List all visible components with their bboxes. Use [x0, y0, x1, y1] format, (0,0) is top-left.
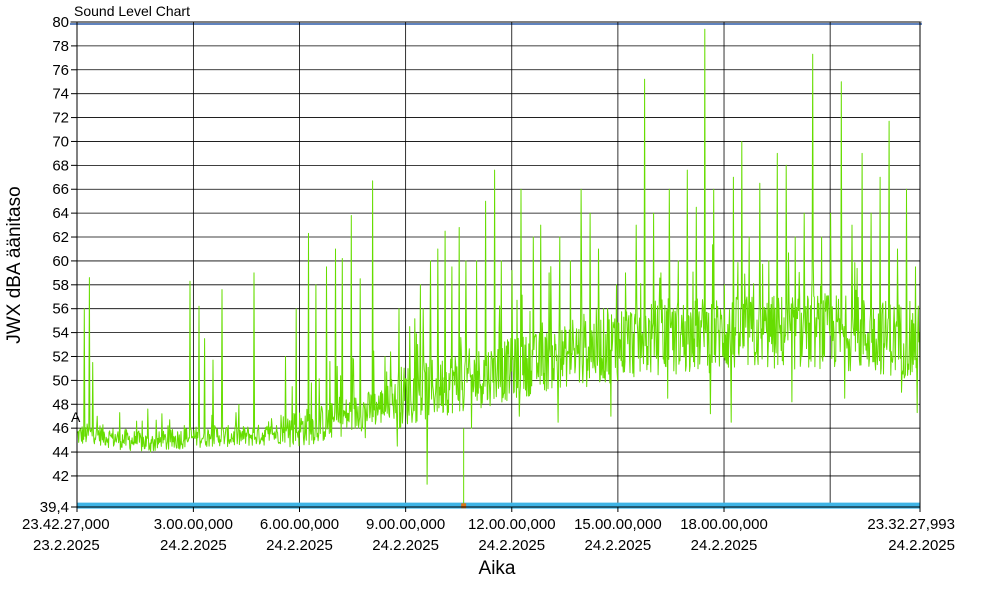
x-tick-date-label: 24.2.2025	[160, 537, 227, 554]
x-tick-date-label: 24.2.2025	[888, 537, 955, 554]
x-tick-time-label: 12.00.00,000	[468, 516, 556, 533]
y-tick-label: 39,4	[40, 499, 69, 516]
y-tick-label: 56	[52, 301, 69, 318]
x-tick-date-label: 23.2.2025	[33, 537, 100, 554]
y-tick-label: 72	[52, 110, 69, 127]
x-tick-date-label: 24.2.2025	[691, 537, 758, 554]
y-tick-label: 54	[52, 325, 69, 342]
y-tick-label: 62	[52, 229, 69, 246]
y-tick-label: 60	[52, 253, 69, 270]
y-tick-label: 70	[52, 133, 69, 150]
marker-point	[461, 503, 467, 509]
x-tick-date-label: 24.2.2025	[372, 537, 439, 554]
x-tick-time-label: 15.00.00,000	[574, 516, 662, 533]
x-tick-time-label: 23.42.27,000	[22, 516, 110, 533]
x-tick-time-label: 6.00.00,000	[260, 516, 339, 533]
x-tick-time-label: 3.00.00,000	[154, 516, 233, 533]
y-tick-label: 78	[52, 38, 69, 55]
y-tick-label: 50	[52, 372, 69, 389]
cursor-label: A	[71, 409, 81, 425]
y-tick-label: 68	[52, 157, 69, 174]
chart-title: Sound Level Chart	[74, 3, 190, 19]
x-tick-date-label: 24.2.2025	[266, 537, 333, 554]
x-tick-time-label: 18.00.00,000	[680, 516, 768, 533]
x-tick-time-label: 9.00.00,000	[366, 516, 445, 533]
x-tick-date-label: 24.2.2025	[478, 537, 545, 554]
x-tick-time-label: 23.32.27,993	[867, 516, 955, 533]
y-tick-label: 64	[52, 205, 69, 222]
y-tick-label: 80	[52, 14, 69, 31]
y-tick-label: 44	[52, 444, 69, 461]
y-tick-label: 48	[52, 396, 69, 413]
y-tick-label: 42	[52, 468, 69, 485]
y-tick-label: 52	[52, 348, 69, 365]
chart-canvas: Sound Level Chart 39,4 42 44 46 48 50 52 54 56 58…	[0, 0, 990, 588]
y-axis-label: JWX dBA äänitaso	[4, 186, 25, 343]
y-tick-label: 46	[52, 420, 69, 437]
y-tick-label: 74	[52, 86, 69, 103]
y-tick-label: 76	[52, 62, 69, 79]
x-axis-label: Aika	[479, 558, 516, 579]
sound-level-chart: Sound Level Chart 39,4 42 44 46 48 50 52 54 56 58…	[0, 0, 990, 588]
y-tick-label: 58	[52, 277, 69, 294]
x-tick-date-label: 24.2.2025	[585, 537, 652, 554]
y-tick-label: 66	[52, 181, 69, 198]
